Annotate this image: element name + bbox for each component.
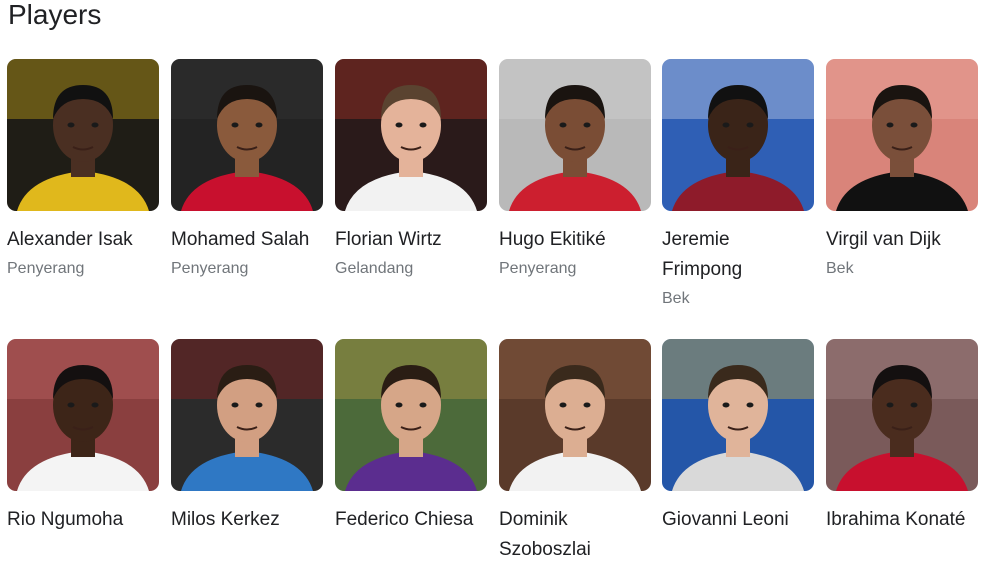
player-card[interactable]: Milos Kerkez <box>171 339 323 530</box>
player-card[interactable]: Mohamed Salah Penyerang <box>171 59 323 277</box>
player-position: Bek <box>826 260 854 277</box>
player-photo[interactable] <box>499 59 651 211</box>
player-name[interactable]: Federico Chiesa <box>335 505 487 535</box>
player-card[interactable]: Hugo Ekitiké Penyerang <box>499 59 651 277</box>
player-name[interactable]: Milos Kerkez <box>171 505 323 535</box>
player-photo[interactable] <box>662 59 814 211</box>
player-card[interactable]: Giovanni Leoni <box>662 339 814 530</box>
player-photo[interactable] <box>7 59 159 211</box>
player-photo[interactable] <box>335 59 487 211</box>
player-card[interactable]: Alexander Isak Penyerang <box>7 59 159 277</box>
player-photo[interactable] <box>7 339 159 491</box>
player-photo[interactable] <box>662 339 814 491</box>
player-photo[interactable] <box>335 339 487 491</box>
player-position: Penyerang <box>499 260 577 277</box>
player-photo[interactable] <box>826 339 978 491</box>
player-photo[interactable] <box>499 339 651 491</box>
player-name[interactable]: Giovanni Leoni <box>662 505 814 535</box>
player-name[interactable]: Dominik Szoboszlai <box>499 505 651 565</box>
player-photo[interactable] <box>171 339 323 491</box>
player-card[interactable]: Jeremie Frimpong Bek <box>662 59 814 307</box>
player-card[interactable]: Federico Chiesa <box>335 339 487 530</box>
player-name[interactable]: Rio Ngumoha <box>7 505 159 535</box>
player-position: Bek <box>662 290 690 307</box>
player-name[interactable]: Ibrahima Konaté <box>826 505 978 535</box>
player-position: Penyerang <box>171 260 249 277</box>
section-title: Players <box>8 0 102 30</box>
player-photo[interactable] <box>171 59 323 211</box>
player-position: Penyerang <box>7 260 85 277</box>
player-card[interactable]: Ibrahima Konaté <box>826 339 978 530</box>
player-name[interactable]: Virgil van Dijk <box>826 225 978 255</box>
player-card[interactable]: Dominik Szoboszlai <box>499 339 651 560</box>
player-photo[interactable] <box>826 59 978 211</box>
player-card[interactable]: Rio Ngumoha <box>7 339 159 530</box>
player-card[interactable]: Florian Wirtz Gelandang <box>335 59 487 277</box>
player-name[interactable]: Mohamed Salah <box>171 225 323 255</box>
player-name[interactable]: Florian Wirtz <box>335 225 487 255</box>
player-name[interactable]: Jeremie Frimpong <box>662 225 814 285</box>
player-name[interactable]: Alexander Isak <box>7 225 159 255</box>
player-position: Gelandang <box>335 260 414 277</box>
player-name[interactable]: Hugo Ekitiké <box>499 225 651 255</box>
player-card[interactable]: Virgil van Dijk Bek <box>826 59 978 277</box>
